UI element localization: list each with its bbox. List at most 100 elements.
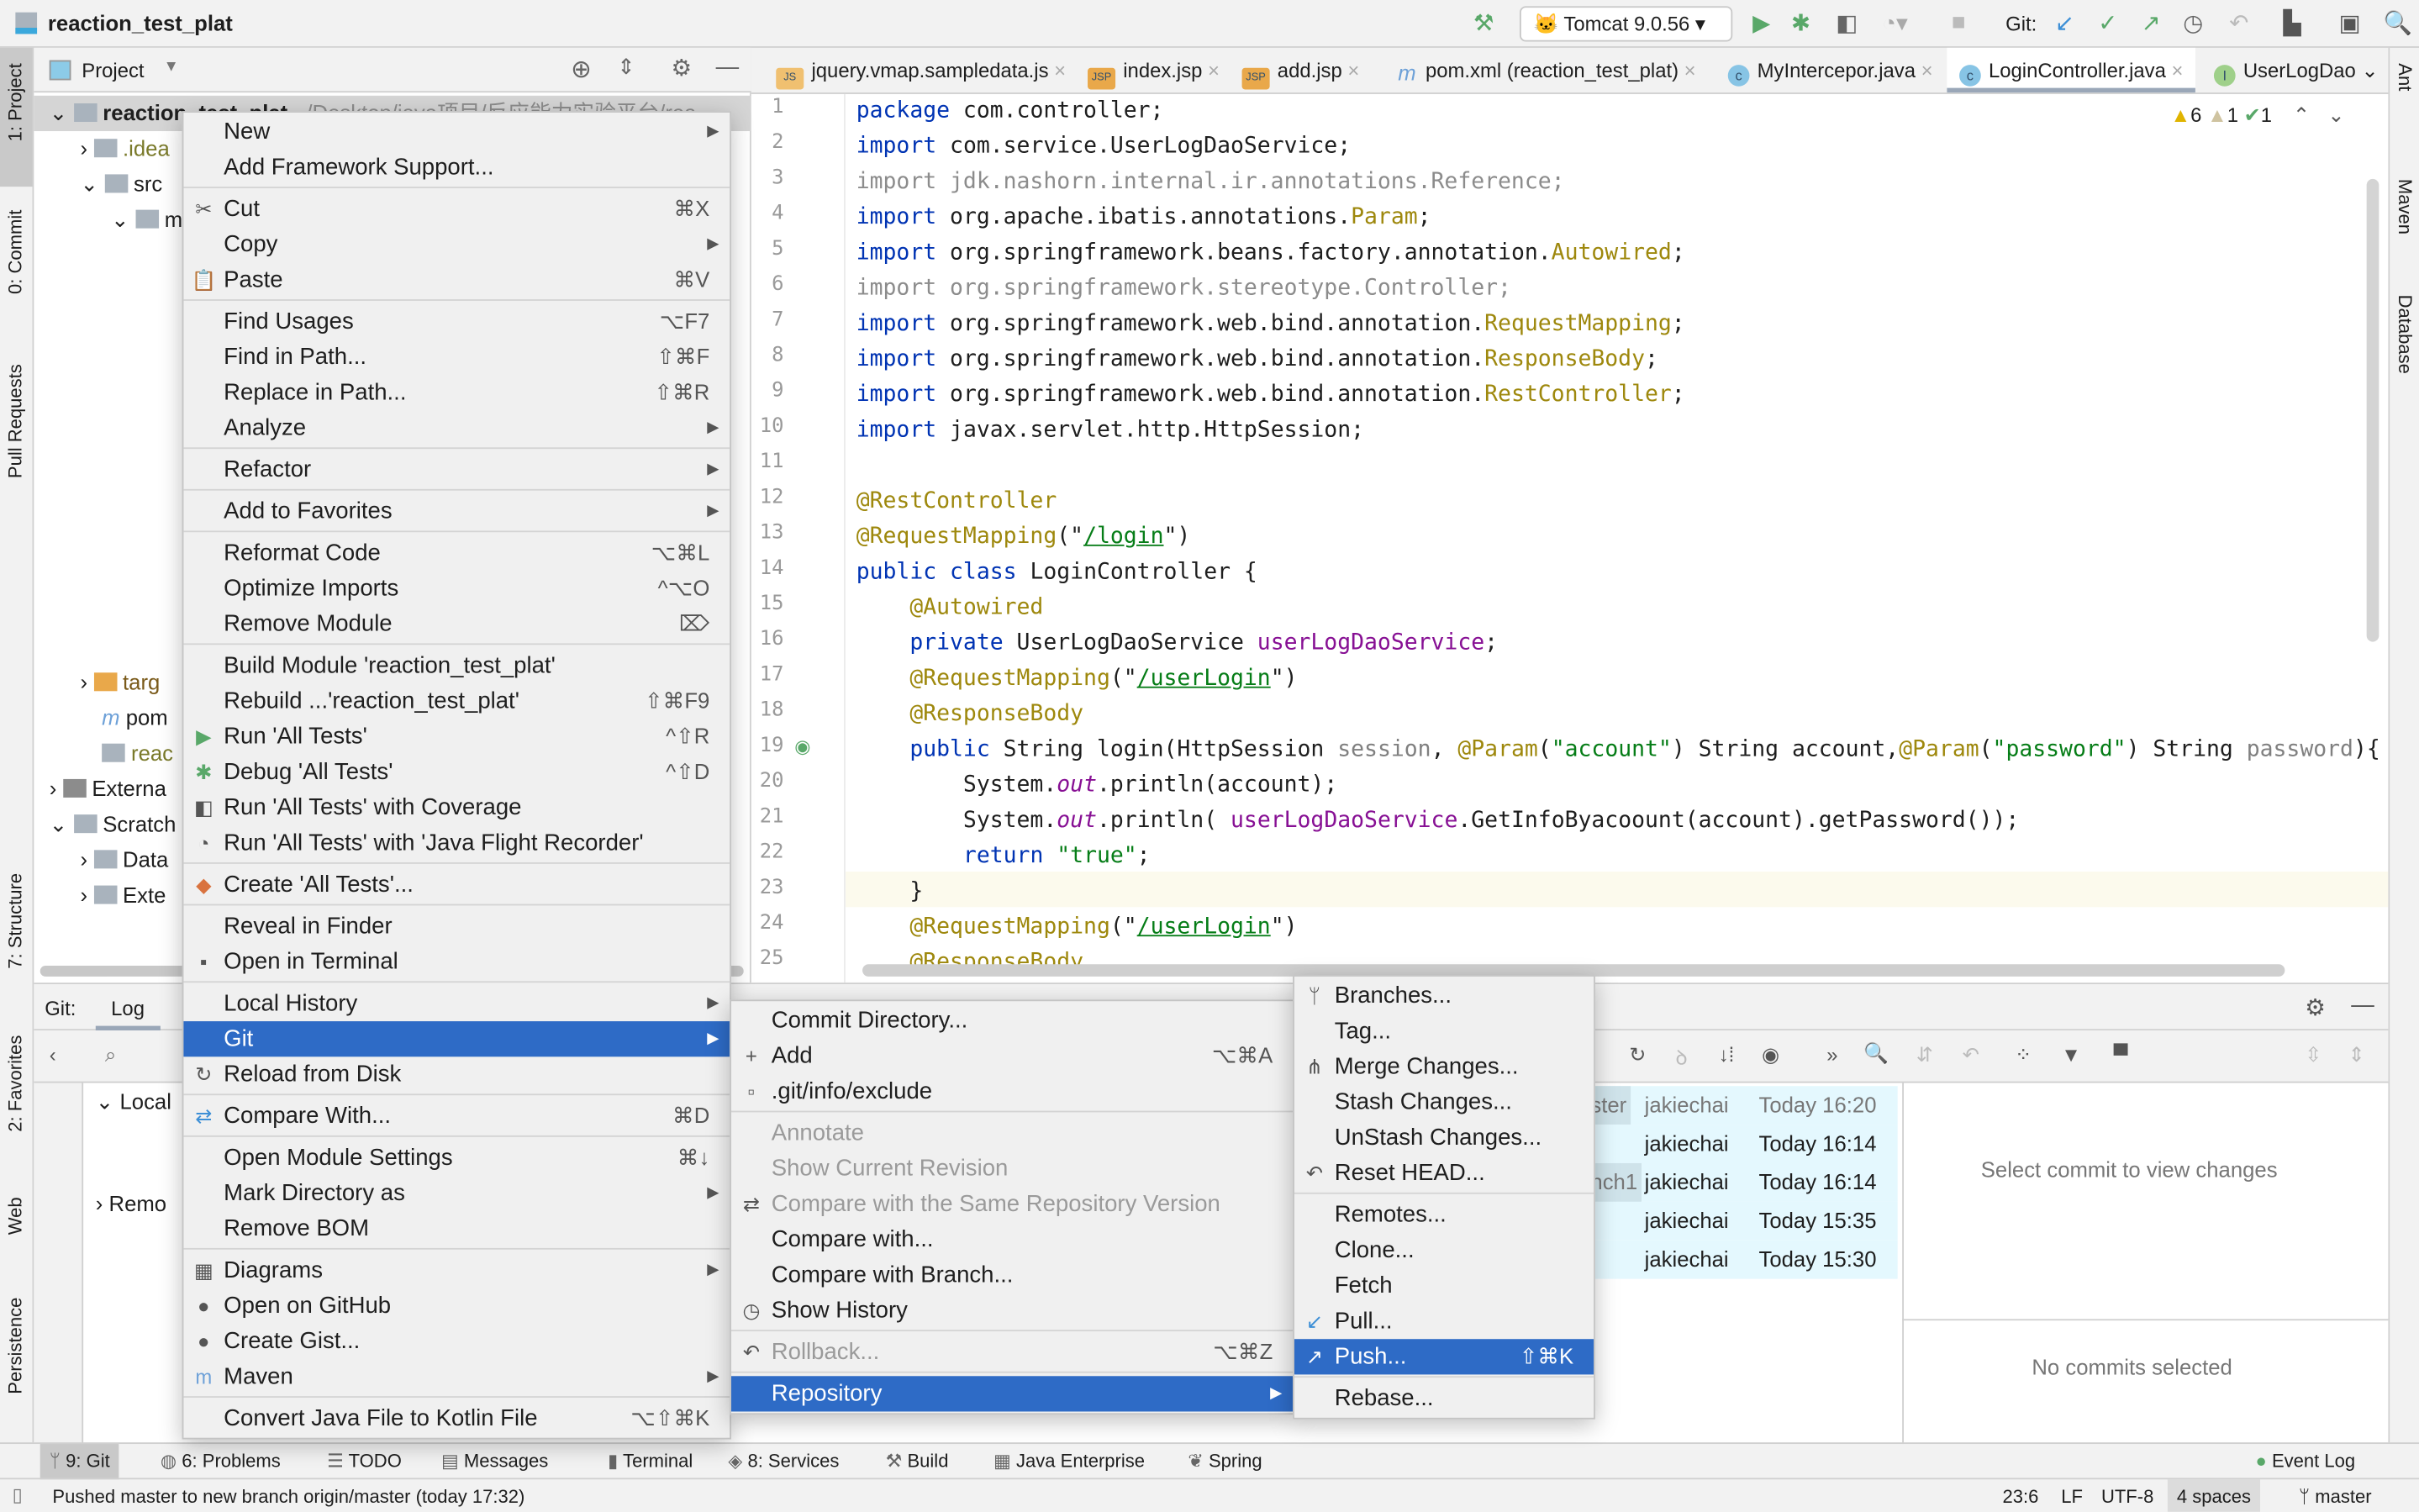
eye-icon[interactable]: ◉: [1762, 1043, 1779, 1067]
coverage-icon[interactable]: ◧: [1836, 9, 1858, 37]
gear-icon[interactable]: ⚙: [2305, 993, 2326, 1021]
search-icon[interactable]: ⌕: [105, 1043, 116, 1067]
status-message[interactable]: Pushed master to new branch origin/maste…: [52, 1486, 524, 1508]
menu-item-compare-with-branch[interactable]: Compare with Branch...: [731, 1257, 1293, 1293]
menu-item-replace-in-path[interactable]: Replace in Path... ⇧⌘R: [183, 375, 730, 410]
menu-item-optimize-imports[interactable]: Optimize Imports ^⌥O: [183, 571, 730, 606]
menu-item-compare-with-the-same-repository-version[interactable]: ⇄ Compare with the Same Repository Versio…: [731, 1186, 1293, 1221]
menu-item-diagrams[interactable]: ▦ Diagrams ▶: [183, 1252, 730, 1288]
inspection-widget[interactable]: ▲6 ▲1 ✔1 ⌃ ⌄: [2171, 103, 2345, 128]
menu-item-fetch[interactable]: Fetch: [1294, 1268, 1594, 1304]
search-icon[interactable]: 🔍: [1863, 1041, 1889, 1066]
tool-window-build[interactable]: ⚒ Build: [877, 1444, 958, 1479]
minimize-icon[interactable]: —: [716, 54, 740, 80]
menu-item-remotes[interactable]: Remotes...: [1294, 1197, 1594, 1232]
tool-window-terminal[interactable]: ▮ Terminal: [598, 1444, 702, 1479]
tool-structure[interactable]: 7: Structure: [5, 873, 27, 969]
menu-item-git[interactable]: Git ▶: [183, 1021, 730, 1057]
tool-window-todo[interactable]: ☰ TODO: [318, 1444, 411, 1479]
close-tab-icon[interactable]: ×: [1679, 59, 1696, 82]
git-branch-widget[interactable]: ᛘ master: [2299, 1486, 2372, 1508]
indent-setting[interactable]: 4 spaces: [2167, 1479, 2261, 1512]
minimize-icon[interactable]: —: [2351, 992, 2374, 1018]
menu-item-merge-changes[interactable]: ⋔ Merge Changes...: [1294, 1049, 1594, 1084]
refresh-icon[interactable]: ↻: [1629, 1043, 1646, 1067]
event-log-button[interactable]: ● Event Log: [2256, 1444, 2356, 1479]
back-icon[interactable]: ‹: [50, 1043, 56, 1067]
project-structure-icon[interactable]: ▙: [2284, 9, 2301, 37]
menu-item-reload-from-disk[interactable]: ↻ Reload from Disk: [183, 1056, 730, 1092]
endpoint-gutter-icon[interactable]: ◉: [794, 736, 810, 758]
code-editor[interactable]: 1 2 3 4 5 6 7 8 9 10 11 12 13 14 15 16 17 18 19 20 21 22 23 24 2…: [751, 93, 2389, 983]
git-rollback-icon[interactable]: ↶: [2229, 9, 2248, 37]
menu-item-find-in-path[interactable]: Find in Path... ⇧⌘F: [183, 340, 730, 375]
tool-maven[interactable]: Maven: [2395, 179, 2416, 234]
menu-item-show-history[interactable]: ◷ Show History: [731, 1293, 1293, 1328]
menu-item-rebase[interactable]: Rebase...: [1294, 1381, 1594, 1416]
tree-item[interactable]: m pom: [102, 700, 168, 735]
menu-item-annotate[interactable]: Annotate: [731, 1115, 1293, 1151]
toggle-tool-windows-icon[interactable]: ▯: [13, 1484, 23, 1506]
tool-web[interactable]: Web: [5, 1197, 27, 1235]
menu-item-remove-bom[interactable]: Remove BOM: [183, 1211, 730, 1246]
close-tab-icon[interactable]: ×: [1342, 59, 1360, 82]
tool-window-9-git[interactable]: ᛘ 9: Git: [40, 1444, 119, 1480]
menu-item-reformat-code[interactable]: Reformat Code ⌥⌘L: [183, 535, 730, 571]
menu-item-create-gist[interactable]: ● Create Gist...: [183, 1324, 730, 1359]
tree-item[interactable]: › targ: [80, 665, 160, 700]
menu-item-commit-directory[interactable]: Commit Directory...: [731, 1003, 1293, 1038]
cherry-pick-icon[interactable]: ꝺ: [1675, 1043, 1687, 1071]
menu-item-create-all-tests[interactable]: ◆ Create 'All Tests'...: [183, 867, 730, 903]
menu-item-git-info-exclude[interactable]: ▫ .git/info/exclude: [731, 1074, 1293, 1109]
menu-item-unstash-changes[interactable]: UnStash Changes...: [1294, 1120, 1594, 1156]
menu-item-remove-module[interactable]: Remove Module ⌦: [183, 606, 730, 641]
tree-item[interactable]: › Externa: [50, 772, 166, 807]
menu-item-paste[interactable]: 📋 Paste ⌘V: [183, 262, 730, 298]
git-push-icon[interactable]: ↗: [2142, 9, 2161, 37]
sort-icon[interactable]: ↓⁞: [1719, 1043, 1735, 1067]
git-history-icon[interactable]: ◷: [2183, 9, 2203, 37]
menu-item-maven[interactable]: m Maven ▶: [183, 1359, 730, 1394]
menu-item-repository[interactable]: Repository ▶: [731, 1376, 1294, 1412]
menu-item-compare-with[interactable]: ⇄ Compare With... ⌘D: [183, 1098, 730, 1134]
diff-icon[interactable]: ⇵: [1916, 1043, 1933, 1067]
menu-item-open-in-terminal[interactable]: ▪ Open in Terminal: [183, 944, 730, 979]
tree-item[interactable]: ⌄ src: [80, 166, 162, 202]
tree-item[interactable]: › .idea: [80, 131, 169, 166]
menu-item-run-all-tests-with-coverage[interactable]: ◧ Run 'All Tests' with Coverage: [183, 790, 730, 825]
tool-window-spring[interactable]: ❦ Spring: [1178, 1444, 1271, 1479]
tab-userlogdao[interactable]: I UserLogDao ⌄: [2201, 48, 2390, 92]
tool-window-java-enterprise[interactable]: ▦ Java Enterprise: [984, 1444, 1154, 1479]
menu-item-show-current-revision[interactable]: Show Current Revision: [731, 1151, 1293, 1186]
menu-item-new[interactable]: New ▶: [183, 114, 730, 150]
more-icon[interactable]: »: [1826, 1043, 1837, 1067]
project-view-select[interactable]: Project: [82, 59, 144, 82]
revert-icon[interactable]: ↶: [1963, 1043, 1979, 1067]
menu-item-open-module-settings[interactable]: Open Module Settings ⌘↓: [183, 1140, 730, 1175]
menu-item-debug-all-tests[interactable]: ✱ Debug 'All Tests' ^⇧D: [183, 755, 730, 790]
menu-item-mark-directory-as[interactable]: Mark Directory as ▶: [183, 1176, 730, 1211]
menu-item-branches[interactable]: ᛘ Branches...: [1294, 978, 1594, 1014]
run-anything-icon[interactable]: ▣: [2339, 9, 2361, 37]
tree-item[interactable]: › Data: [80, 842, 168, 877]
menu-item-refactor[interactable]: Refactor ▶: [183, 452, 730, 487]
close-tab-icon[interactable]: ×: [2166, 59, 2184, 82]
menu-item-copy[interactable]: Copy ▶: [183, 227, 730, 262]
debug-icon[interactable]: ✱: [1791, 9, 1810, 37]
tab-logincontroller-java[interactable]: c LoginController.java ×: [1947, 47, 2196, 93]
menu-item-push[interactable]: ↗ Push... ⇧⌘K: [1294, 1339, 1594, 1375]
gear-icon[interactable]: ⚙: [671, 54, 692, 82]
vertical-scrollbar[interactable]: [2366, 178, 2379, 642]
menu-item-tag[interactable]: Tag...: [1294, 1014, 1594, 1049]
menu-item-clone[interactable]: Clone...: [1294, 1233, 1594, 1268]
stop-icon[interactable]: ■: [1952, 9, 1966, 35]
tab-myintercepor-java[interactable]: c MyIntercepor.java ×: [1715, 48, 1945, 92]
chevron-down-icon[interactable]: ▼: [164, 59, 179, 76]
menu-item-compare-with[interactable]: Compare with...: [731, 1222, 1293, 1257]
menu-item-run-all-tests-with-java-flight-recorder[interactable]: ◔ Run 'All Tests' with 'Java Flight Recor…: [183, 825, 730, 861]
tree-item[interactable]: › Exte: [80, 877, 166, 913]
menu-item-stash-changes[interactable]: Stash Changes...: [1294, 1084, 1594, 1120]
run-icon[interactable]: ▶: [1752, 9, 1770, 37]
menu-item-run-all-tests[interactable]: ▶ Run 'All Tests' ^⇧R: [183, 719, 730, 754]
menu-item-add-framework-support[interactable]: Add Framework Support...: [183, 150, 730, 185]
